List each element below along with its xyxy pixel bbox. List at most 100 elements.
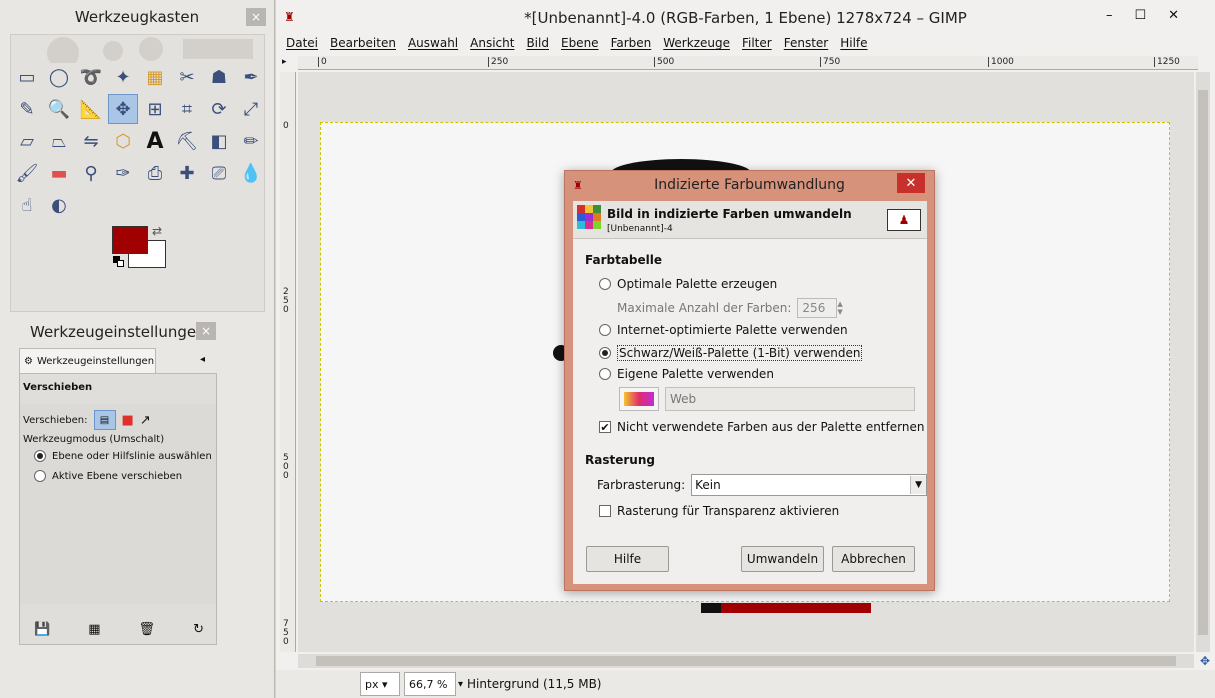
close-icon[interactable]: ✕ bbox=[1168, 8, 1179, 23]
max-colors-spinner-icon[interactable]: ▲ ▼ bbox=[837, 300, 842, 316]
web-radio[interactable] bbox=[599, 324, 611, 336]
fuzzy-select-icon[interactable]: ✦ bbox=[108, 62, 138, 92]
color-select-icon[interactable]: ▦ bbox=[140, 62, 170, 92]
paintbrush-icon[interactable]: 🖌 bbox=[12, 158, 42, 188]
free-select-icon[interactable]: ➰ bbox=[76, 62, 106, 92]
menu-werkzeuge[interactable]: Werkzeuge bbox=[663, 36, 730, 54]
ellipse-select-icon[interactable]: ◯ bbox=[44, 62, 74, 92]
save-preset-icon[interactable]: 💾 bbox=[34, 622, 50, 637]
bw-label: Schwarz/Weiß-Palette (1-Bit) verwenden bbox=[617, 345, 863, 361]
tool-options-close-button[interactable]: × bbox=[196, 322, 216, 340]
maximize-icon[interactable]: ☐ bbox=[1135, 8, 1147, 23]
toolbox-close-button[interactable]: × bbox=[246, 8, 266, 26]
menu-datei[interactable]: Datei bbox=[286, 36, 318, 54]
text-icon[interactable]: A bbox=[140, 126, 170, 156]
foreground-color-swatch-front[interactable] bbox=[112, 226, 148, 254]
measure-icon[interactable]: 📐 bbox=[76, 94, 106, 124]
reset-preset-icon[interactable]: ↻ bbox=[193, 622, 204, 637]
swap-colors-icon[interactable]: ⇄ bbox=[152, 224, 162, 238]
clone-icon[interactable]: ⎙ bbox=[140, 158, 170, 188]
zoom-icon[interactable]: 🔍 bbox=[44, 94, 74, 124]
delete-preset-icon[interactable]: 🗑 bbox=[139, 622, 156, 637]
remove-unused-row[interactable]: ✔ Nicht verwendete Farben aus der Palett… bbox=[599, 420, 924, 434]
menubar: Datei Bearbeiten Auswahl Ansicht Bild Ebene Fa… bbox=[286, 36, 868, 54]
mode-pick-radio[interactable] bbox=[34, 450, 46, 462]
optimal-radio[interactable] bbox=[599, 278, 611, 290]
vertical-ruler[interactable]: 0 250 500 750 bbox=[280, 72, 296, 652]
flip-icon[interactable]: ⇋ bbox=[76, 126, 106, 156]
eraser-icon[interactable]: ▬ bbox=[44, 158, 74, 188]
option-custom[interactable]: Eigene Palette verwenden bbox=[599, 367, 774, 381]
toolbox-title: Werkzeugkasten bbox=[0, 0, 274, 34]
reset-colors-icon[interactable] bbox=[113, 256, 125, 268]
horizontal-ruler[interactable]: 0 250 500 750 1000 1250 bbox=[298, 56, 1198, 70]
menu-hilfe[interactable]: Hilfe bbox=[840, 36, 867, 54]
unit-select[interactable]: px ▾ bbox=[360, 672, 400, 696]
help-button[interactable]: Hilfe bbox=[586, 546, 669, 572]
mode-active-radio[interactable] bbox=[34, 470, 46, 482]
color-picker-icon[interactable]: ✎ bbox=[12, 94, 42, 124]
menu-fenster[interactable]: Fenster bbox=[784, 36, 829, 54]
minimize-icon[interactable]: – bbox=[1106, 8, 1113, 23]
option-optimal[interactable]: Optimale Palette erzeugen bbox=[599, 277, 777, 291]
chevron-down-icon[interactable]: ▼ bbox=[910, 476, 927, 494]
scale-icon[interactable]: ⤢ bbox=[236, 94, 266, 124]
ink-icon[interactable]: ✑ bbox=[108, 158, 138, 188]
move-path-icon[interactable]: ↗ bbox=[140, 413, 151, 428]
move-selection-icon[interactable]: ■ bbox=[122, 413, 134, 428]
option-web[interactable]: Internet-optimierte Palette verwenden bbox=[599, 323, 848, 337]
shear-icon[interactable]: ▱ bbox=[12, 126, 42, 156]
max-colors-input[interactable]: 256 bbox=[797, 298, 838, 318]
heal-icon[interactable]: ✚ bbox=[172, 158, 202, 188]
tool-options-tab[interactable]: ⚙ Werkzeugeinstellungen bbox=[19, 348, 156, 374]
bucket-fill-icon[interactable]: ⛏ bbox=[172, 126, 202, 156]
palette-name-field[interactable]: Web bbox=[665, 387, 915, 411]
paths-icon[interactable]: ✒ bbox=[236, 62, 266, 92]
convert-button[interactable]: Umwandeln bbox=[741, 546, 824, 572]
cancel-button[interactable]: Abbrechen bbox=[832, 546, 915, 572]
dither-select[interactable]: Kein ▼ bbox=[691, 474, 928, 496]
rect-select-icon[interactable]: ▭ bbox=[12, 62, 42, 92]
crop-icon[interactable]: ⌗ bbox=[172, 94, 202, 124]
blend-icon[interactable]: ◧ bbox=[204, 126, 234, 156]
foreground-select-icon[interactable]: ☗ bbox=[204, 62, 234, 92]
dodge-burn-icon[interactable]: ◐ bbox=[44, 190, 74, 220]
bw-radio[interactable] bbox=[599, 347, 611, 359]
option-bw[interactable]: Schwarz/Weiß-Palette (1-Bit) verwenden bbox=[599, 345, 863, 361]
align-icon[interactable]: ⊞ bbox=[140, 94, 170, 124]
menu-ansicht[interactable]: Ansicht bbox=[470, 36, 514, 54]
pencil-icon[interactable]: ✏ bbox=[236, 126, 266, 156]
restore-preset-icon[interactable]: ▦ bbox=[88, 622, 100, 637]
custom-radio[interactable] bbox=[599, 368, 611, 380]
menu-farben[interactable]: Farben bbox=[611, 36, 652, 54]
horizontal-scrollbar[interactable] bbox=[298, 654, 1194, 668]
menu-filter[interactable]: Filter bbox=[742, 36, 772, 54]
zoom-select[interactable]: 66,7 % bbox=[404, 672, 456, 696]
rotate-icon[interactable]: ⟳ bbox=[204, 94, 234, 124]
smudge-icon[interactable]: ☝ bbox=[12, 190, 42, 220]
ruler-corner-icon[interactable]: ▸ bbox=[282, 57, 287, 67]
palette-chooser-button[interactable] bbox=[619, 387, 659, 411]
mode-option-active[interactable]: Aktive Ebene verschieben bbox=[34, 470, 182, 482]
perspective-icon[interactable]: ⏢ bbox=[44, 126, 74, 156]
airbrush-icon[interactable]: ⚲ bbox=[76, 158, 106, 188]
scissors-icon[interactable]: ✂ bbox=[172, 62, 202, 92]
vertical-scrollbar[interactable] bbox=[1196, 72, 1210, 652]
zoom-dropdown-icon[interactable]: ▾ bbox=[458, 679, 463, 690]
cage-icon[interactable]: ⬡ bbox=[108, 126, 138, 156]
menu-ebene[interactable]: Ebene bbox=[561, 36, 599, 54]
navigate-icon[interactable]: ✥ bbox=[1200, 654, 1210, 668]
tab-menu-icon[interactable]: ◂ bbox=[200, 354, 205, 365]
dialog-close-button[interactable]: ✕ bbox=[897, 173, 925, 193]
remove-unused-checkbox[interactable]: ✔ bbox=[599, 421, 611, 433]
mode-option-pick[interactable]: Ebene oder Hilfslinie auswählen bbox=[34, 450, 212, 462]
dither-transparency-row[interactable]: Rasterung für Transparenz aktivieren bbox=[599, 504, 839, 518]
blur-icon[interactable]: 💧 bbox=[236, 158, 266, 188]
menu-auswahl[interactable]: Auswahl bbox=[408, 36, 458, 54]
dither-transparency-checkbox[interactable] bbox=[599, 505, 611, 517]
menu-bild[interactable]: Bild bbox=[526, 36, 549, 54]
move-icon[interactable]: ✥ bbox=[108, 94, 138, 124]
move-layer-icon[interactable]: ▤ bbox=[93, 410, 116, 430]
menu-bearbeiten[interactable]: Bearbeiten bbox=[330, 36, 396, 54]
perspective-clone-icon[interactable]: ⎚ bbox=[204, 158, 234, 188]
